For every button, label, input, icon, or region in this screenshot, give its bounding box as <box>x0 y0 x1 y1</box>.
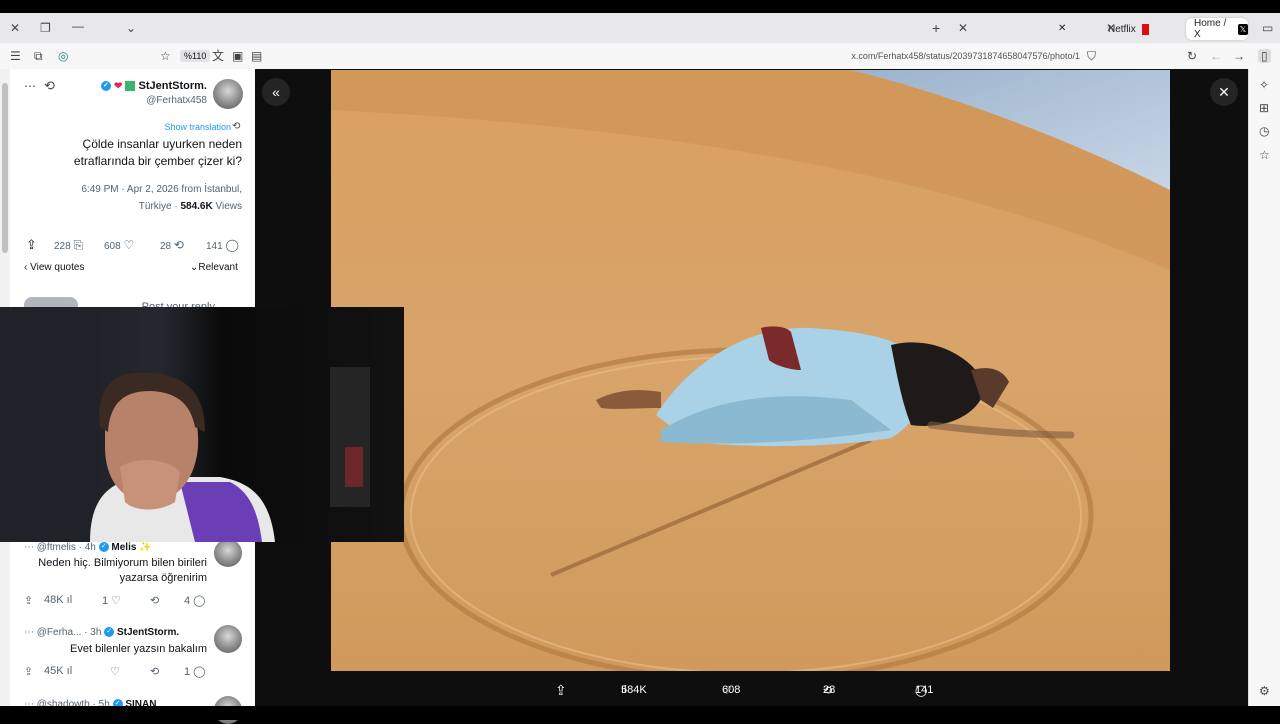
repost-count[interactable]: 28 ⟲ <box>823 684 835 697</box>
tweet-text-line1: Çölde insanlar uyurken neden <box>82 137 242 151</box>
views-count[interactable]: 45K ıl <box>44 665 72 677</box>
sort-dropdown[interactable]: ⌄Relevant <box>190 262 238 273</box>
like-count[interactable]: 608 ♡ <box>722 684 740 697</box>
share-icon[interactable]: ⇪ <box>24 595 33 607</box>
tweet-views: Türkiye · 584.6K Views <box>138 201 242 212</box>
tweet-photo[interactable] <box>331 70 1170 671</box>
like-count[interactable]: 1 ♡ <box>102 594 121 607</box>
screen-bottom-border <box>0 706 1280 720</box>
menu-icon[interactable]: ☰ <box>10 50 21 62</box>
repost-icon: ⟲ <box>173 238 184 252</box>
close-icon[interactable]: ✕ <box>1210 78 1238 106</box>
chevron-left-icon: ‹ <box>24 262 28 273</box>
bookmark-star-icon[interactable]: ☆ <box>160 50 171 62</box>
share-icon[interactable]: ⇪ <box>24 666 33 678</box>
tab-list-icon[interactable]: ▭ <box>1262 22 1273 34</box>
netflix-icon <box>1141 23 1149 35</box>
ai-icon[interactable]: ✧ <box>1259 79 1269 91</box>
views-count[interactable]: 584K ıl <box>621 684 647 696</box>
reply-actions: ⇪ 48K ıl 1 ♡ ⟲ 4 ◯ <box>24 594 208 607</box>
extension-icon[interactable]: ⧉ <box>34 50 43 62</box>
comment-count[interactable]: 1 ◯ <box>184 665 206 678</box>
heart-icon: ♡ <box>123 238 135 252</box>
more-options-icon[interactable]: ⋯ <box>24 80 36 92</box>
repost-count[interactable]: 28 ⟲ <box>160 238 184 252</box>
tab-close-icon[interactable]: ✕ <box>958 22 968 34</box>
tab-label: Home / X <box>1194 18 1227 40</box>
badge-icon <box>125 81 136 92</box>
browser-sidebar: ✧ ⊞ ◷ ☆ ⚙ <box>1248 69 1280 711</box>
reply-meta: ⋯ @ftmelis · 4h ✓ Melis ✨ <box>24 542 152 553</box>
reply-count[interactable]: 141 ◯ <box>206 238 239 252</box>
url-field[interactable]: x.com/Ferhatx458/status/2039731874658047… <box>851 51 1080 61</box>
chevron-down-icon[interactable]: ⌄ <box>126 22 136 34</box>
x-icon: 𝕏 <box>1237 23 1248 35</box>
view-quotes-link[interactable]: ‹ View quotes <box>24 262 84 273</box>
scrollbar-thumb[interactable] <box>2 83 8 253</box>
verified-icon: ✓ <box>104 627 115 638</box>
zoom-level[interactable]: %110 <box>180 50 211 62</box>
webcam-overlay <box>0 307 404 542</box>
translate-icon[interactable]: 文 <box>212 50 224 62</box>
repost-icon[interactable]: ⟲ <box>150 594 159 607</box>
bookmark-count[interactable]: 228 ⎘ <box>54 238 83 253</box>
views-count[interactable]: 48K ıl <box>44 594 72 606</box>
collapse-sidebar-icon[interactable]: « <box>262 78 290 106</box>
reply-avatar[interactable] <box>214 539 242 567</box>
repost-icon[interactable]: ⟲ <box>150 665 159 678</box>
restore-window-icon[interactable]: ❐ <box>40 22 51 34</box>
address-bar: ☰ ⧉ ◎ ☆ %110 文 ▣ ▤ x.com/Ferhatx458/stat… <box>0 43 1280 70</box>
reply-text: yazarsa öğrenirim <box>119 572 207 584</box>
sidebar-toggle-icon[interactable]: ▯ <box>1258 49 1271 63</box>
settings-icon[interactable]: ⚙ <box>1259 685 1270 697</box>
forward-icon[interactable]: ← <box>1210 50 1222 62</box>
back-icon[interactable]: → <box>1233 50 1245 62</box>
verified-icon: ✓ <box>98 542 109 553</box>
emoji-icon: ❤ <box>114 81 123 92</box>
tweet-timestamp[interactable]: 6:49 PM · Apr 2, 2026 from İstanbul, <box>81 184 242 195</box>
reply-count[interactable]: 141 ◯ <box>915 684 933 697</box>
tab-home-x[interactable]: Home / X 𝕏 <box>1186 18 1248 40</box>
author-name[interactable]: ✓ ❤ StJentStorm. <box>100 80 207 92</box>
desert-photo <box>331 70 1170 671</box>
show-translation-link[interactable]: Show translation <box>164 122 231 132</box>
share-icon[interactable]: ⇪ <box>555 682 567 699</box>
bookmark-icon: ⎘ <box>73 238 84 252</box>
verified-icon: ✓ <box>100 81 111 92</box>
like-count[interactable]: 608 ♡ <box>104 238 134 252</box>
share-icon[interactable]: ⇪ <box>26 237 37 253</box>
screen-top-border <box>0 0 1280 13</box>
webcam-feed <box>0 307 370 542</box>
translate-icon[interactable]: ⊞ <box>1259 102 1269 114</box>
author-avatar[interactable] <box>213 79 243 109</box>
reply-actions: ⇪ 45K ıl ♡ ⟲ 1 ◯ <box>24 665 208 678</box>
reply-text: Neden hiç. Bilmiyorum bilen birileri <box>38 557 207 569</box>
new-tab-icon[interactable]: + <box>932 21 940 35</box>
close-window-icon[interactable]: ✕ <box>10 22 20 34</box>
minimize-window-icon[interactable]: — <box>72 20 84 32</box>
reload-icon[interactable]: ↻ <box>1187 50 1197 62</box>
vpn-icon[interactable]: ◎ <box>58 50 68 62</box>
tab-close-icon[interactable]: ✕ <box>1058 23 1066 34</box>
favorites-icon[interactable]: ☆ <box>1259 149 1270 161</box>
tweet-text-line2: etraflarında bir çember çizer ki? <box>73 154 242 168</box>
reply-text: Evet bilenler yazsın bakalım <box>70 643 207 655</box>
more-options-icon: ⋯ <box>24 542 34 553</box>
shield-icon[interactable]: ⛉ <box>1087 50 1096 62</box>
comment-count[interactable]: 4 ◯ <box>184 594 206 607</box>
reply-avatar[interactable] <box>214 625 242 653</box>
author-handle[interactable]: @Ferhatx458 <box>146 95 207 106</box>
history-icon[interactable]: ◷ <box>1259 125 1269 137</box>
reply-meta: ⋯ @Ferha... · 3h ✓ StJentStorm. <box>24 627 180 638</box>
reply-icon: ◯ <box>225 238 239 252</box>
grok-icon[interactable]: ⟲ <box>44 79 55 92</box>
browser-tab-bar: ✕ ❐ — ⌄ + ✕ Netflix ✕ Home / X 𝕏 ✕ ▭ <box>0 13 1280 43</box>
screenshot-icon[interactable]: ▣ <box>232 50 243 62</box>
more-options-icon: ⋯ <box>24 627 34 638</box>
tab-close-icon[interactable]: ✕ <box>1106 22 1116 34</box>
reader-icon[interactable]: ▤ <box>251 50 262 62</box>
heart-icon[interactable]: ♡ <box>110 665 120 678</box>
translate-icon: ⟲ <box>232 121 241 132</box>
